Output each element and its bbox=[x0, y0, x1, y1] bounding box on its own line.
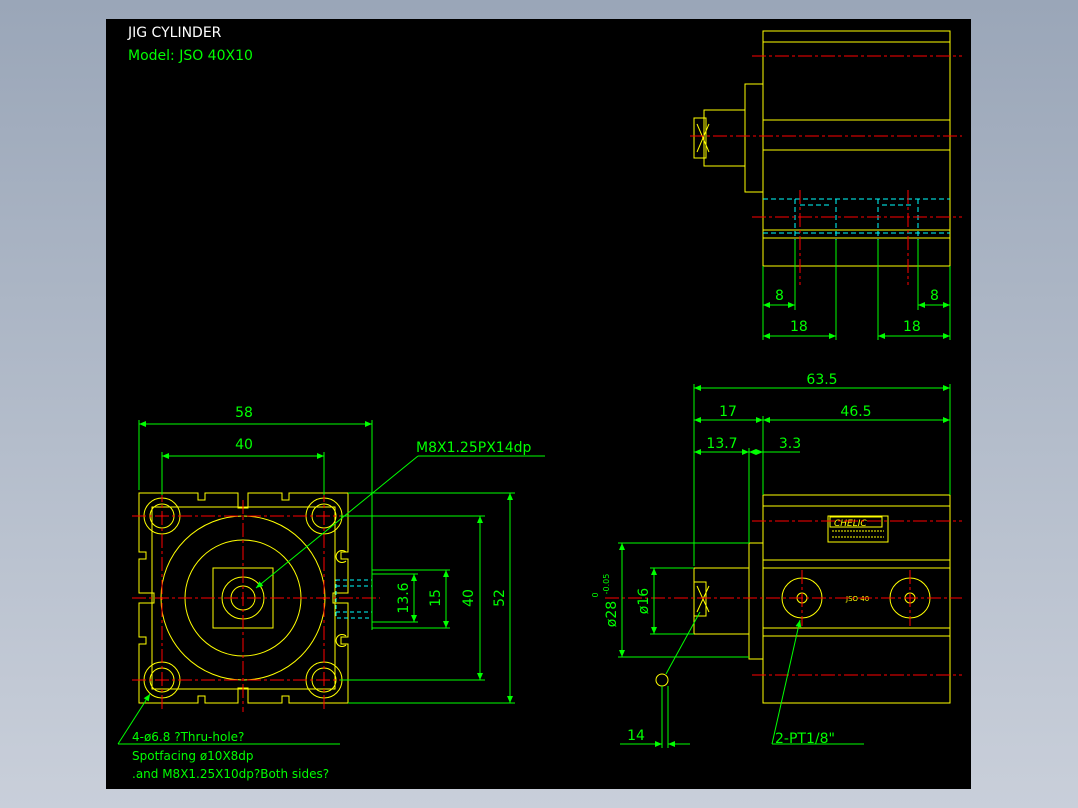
dim-dia-16: ø16 bbox=[636, 588, 652, 614]
dim-top-right-8: 8 bbox=[930, 288, 939, 304]
tol-upper: 0 bbox=[591, 592, 600, 597]
dim-3-3: 3.3 bbox=[779, 436, 801, 452]
dim-top-right-18: 18 bbox=[903, 319, 921, 335]
dim-top-left-18: 18 bbox=[790, 319, 808, 335]
dim-top-left-8: 8 bbox=[775, 288, 784, 304]
dim-13-7: 13.7 bbox=[706, 436, 737, 452]
dim-17: 17 bbox=[719, 404, 737, 420]
label-plate: CHELIC bbox=[827, 515, 889, 543]
title-line-1: JIG CYLINDER bbox=[127, 25, 222, 41]
dim-52: 52 bbox=[492, 589, 508, 607]
dim-15: 15 bbox=[428, 589, 444, 607]
side-view: CHELIC JSO 40 63.5 17 46.5 13.7 3.3 ø16 … bbox=[591, 372, 962, 748]
dim-40-height: 40 bbox=[461, 589, 477, 607]
top-view: 8 8 18 18 bbox=[690, 30, 962, 340]
dim-58: 58 bbox=[235, 405, 253, 421]
cad-viewport[interactable]: JIG CYLINDER Model: JSO 40X10 8 8 18 18 … bbox=[106, 19, 971, 789]
thread-callout: M8X1.25PX14dp bbox=[416, 440, 531, 456]
title-line-2: Model: JSO 40X10 bbox=[128, 48, 253, 64]
dim-14: 14 bbox=[627, 728, 645, 744]
body-marking: JSO 40 bbox=[845, 595, 869, 603]
dim-63-5: 63.5 bbox=[806, 372, 837, 388]
note-line-2: Spotfacing ø10X8dp bbox=[132, 749, 254, 763]
dim-13-6: 13.6 bbox=[396, 582, 412, 613]
cad-drawing: JIG CYLINDER Model: JSO 40X10 8 8 18 18 … bbox=[117, 25, 962, 781]
port-callout: 2-PT1/8" bbox=[775, 731, 835, 747]
note-line-1: 4-ø6.8 ?Thru-hole? bbox=[132, 730, 244, 744]
front-view: 58 40 M8X1.25PX14dp 13.6 15 40 52 4-ø6.8… bbox=[117, 405, 545, 781]
dim-40-width: 40 bbox=[235, 437, 253, 453]
hidden-ports bbox=[763, 198, 950, 240]
dim-46-5: 46.5 bbox=[840, 404, 871, 420]
tol-lower: -0.05 bbox=[602, 574, 611, 595]
note-line-3: .and M8X1.25X10dp?Both sides? bbox=[132, 767, 329, 781]
dim-dia-28: ø28 bbox=[604, 601, 620, 627]
